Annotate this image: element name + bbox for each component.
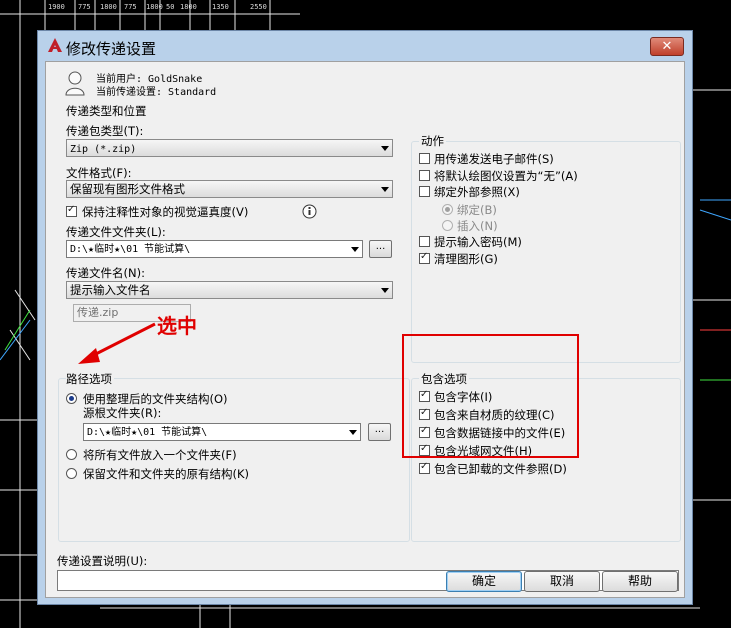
annotation-arrow-icon [78,322,156,364]
close-icon: ✕ [661,39,673,54]
current-setting-label: 当前传递设置: Standard [96,87,217,98]
package-type-select[interactable]: Zip (*.zip) [66,139,393,157]
source-root-label: 源根文件夹(R): [83,406,162,420]
path-options-title: 路径选项 [66,371,114,387]
folder-label: 传递文件文件夹(L): [66,225,166,239]
cad-dim-label: 775 [78,3,91,11]
cad-dim-label: 1900 [48,3,65,11]
cad-dim-label: 1800 [180,3,197,11]
purge-drawings-label: 清理图形(G) [434,252,498,266]
send-email-checkbox[interactable] [419,153,430,164]
include-unloaded-xrefs-label: 包含已卸载的文件参照(D) [434,462,567,476]
package-type-value: Zip (*.zip) [70,144,137,155]
cancel-button[interactable]: 取消 [524,571,600,592]
bind-xref-label: 绑定外部参照(X) [434,185,520,199]
chevron-down-icon [349,430,357,435]
chevron-down-icon [351,247,359,252]
help-button[interactable]: 帮助 [602,571,678,592]
include-unloaded-xrefs-checkbox[interactable] [419,461,430,474]
bind-label: 绑定(B) [457,203,497,217]
send-email-label: 用传递发送电子邮件(S) [434,152,554,166]
file-format-select[interactable]: 保留现有图形文件格式 [66,180,393,198]
purge-drawings-checkbox[interactable] [419,251,430,264]
source-root-value: D:\★临时★\01 节能试算\ [87,427,208,438]
file-format-label: 文件格式(F): [66,166,132,180]
cad-dim-label: 1350 [212,3,229,11]
chevron-down-icon [381,146,389,151]
user-icon [65,71,85,96]
dialog-titlebar[interactable]: 修改传递设置 ✕ [38,31,692,61]
highlight-box [402,334,579,458]
prompt-password-checkbox[interactable] [419,236,430,247]
keep-structure-radio[interactable] [66,468,77,479]
dialog-title: 修改传递设置 [66,40,157,58]
autocad-icon [48,38,62,52]
source-root-input[interactable]: D:\★临时★\01 节能试算\ [83,423,361,441]
close-button[interactable]: ✕ [650,37,684,56]
use-organized-radio[interactable] [66,393,77,404]
source-root-browse-button[interactable]: ... [368,423,391,441]
file-format-value: 保留现有图形文件格式 [70,182,185,196]
put-all-one-folder-radio[interactable] [66,449,77,460]
cad-dim-label: 50 [166,3,175,11]
cad-dim-label: 2550 [250,3,267,11]
cad-dim-label: 1800 [100,3,117,11]
plotter-none-label: 将默认绘图仪设置为“无”(A) [434,169,578,183]
keep-visual-fidelity-label: 保持注释性对象的视觉逼真度(V) [82,205,249,219]
keep-visual-fidelity-checkbox[interactable] [66,204,77,217]
insert-label: 插入(N) [457,219,498,233]
cad-dim-label: 775 [124,3,137,11]
filename-select[interactable]: 提示输入文件名 [66,281,393,299]
actions-title: 动作 [419,133,446,149]
filename-label: 传递文件名(N): [66,266,145,280]
plotter-none-checkbox[interactable] [419,170,430,181]
filename-value: 提示输入文件名 [70,283,151,297]
cad-dim-label: 1800 [146,3,163,11]
bind-xref-checkbox[interactable] [419,186,430,197]
keep-structure-label: 保留文件和文件夹的原有结构(K) [83,467,250,481]
put-all-one-folder-label: 将所有文件放入一个文件夹(F) [83,448,237,462]
package-type-label: 传递包类型(T): [66,124,144,138]
ok-button[interactable]: 确定 [446,571,522,592]
prompt-password-label: 提示输入密码(M) [434,235,522,249]
folder-input[interactable]: D:\★临时★\01 节能试算\ [66,240,363,258]
folder-browse-button[interactable]: ... [369,240,392,258]
bind-radio[interactable] [442,204,453,215]
chevron-down-icon [381,187,389,192]
folder-value: D:\★临时★\01 节能试算\ [70,244,191,255]
chevron-down-icon [381,288,389,293]
insert-radio[interactable] [442,220,453,231]
annotation-label: 选中 [157,314,197,338]
info-icon[interactable] [302,204,317,219]
description-label: 传递设置说明(U): [57,554,148,568]
